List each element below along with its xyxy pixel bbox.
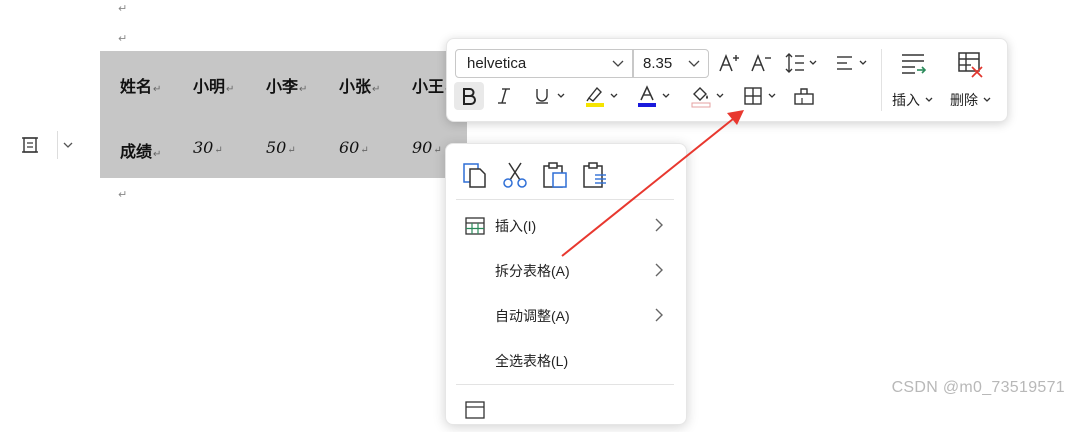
decrease-font-icon[interactable] <box>749 51 773 75</box>
menu-item-split-table[interactable]: 拆分表格(A) <box>446 250 686 290</box>
data-table[interactable]: 姓名↵ 小明↵ 小李↵ 小张↵ 小王↵ 成绩↵ 30↵ 50↵ 60↵ 90↵ <box>100 51 467 178</box>
menu-item-label: 自动调整(A) <box>495 308 570 324</box>
caret-down-icon[interactable] <box>662 93 670 99</box>
menu-item-label: 插入(I) <box>495 218 537 234</box>
menu-item-partial[interactable] <box>446 392 686 432</box>
cut-icon[interactable] <box>500 160 530 190</box>
font-name-value: helvetica <box>467 55 527 72</box>
paste-icon[interactable] <box>540 160 570 190</box>
font-name-select[interactable]: helvetica <box>455 49 633 78</box>
chevron-right-icon <box>655 308 663 322</box>
clear-format-icon[interactable] <box>792 84 816 108</box>
table-properties-icon <box>464 400 486 420</box>
caret-down-icon[interactable] <box>809 60 817 66</box>
chevron-down-icon[interactable] <box>57 131 78 159</box>
chevron-right-icon <box>655 218 663 232</box>
context-menu: 插入(I) 拆分表格(A) 自动调整(A) 全选表格(L) <box>445 143 687 425</box>
menu-item-label: 全选表格(L) <box>495 353 569 369</box>
table-cell[interactable]: 小张↵ <box>339 73 380 97</box>
menu-item-autofit[interactable]: 自动调整(A) <box>446 295 686 335</box>
caret-down-icon[interactable] <box>557 93 565 99</box>
paragraph-mark: ↵ <box>118 32 128 45</box>
font-size-select[interactable]: 8.35 <box>633 49 709 78</box>
insert-button[interactable]: 插入 <box>892 90 920 110</box>
floating-toolbar: helvetica 8.35 插入 删除 <box>446 38 1008 122</box>
paragraph-mark: ↵ <box>118 188 128 201</box>
borders-icon[interactable] <box>741 84 765 108</box>
insert-row-icon[interactable] <box>898 49 928 79</box>
shading-icon[interactable] <box>689 83 713 109</box>
table-cell[interactable]: 姓名↵ <box>120 73 161 97</box>
copy-icon[interactable] <box>460 160 490 190</box>
font-color-icon[interactable] <box>635 83 659 109</box>
italic-icon[interactable] <box>492 84 516 108</box>
caret-down-icon[interactable] <box>768 93 776 99</box>
chevron-down-icon <box>688 60 700 67</box>
underline-icon[interactable] <box>531 84 553 108</box>
menu-item-select-table[interactable]: 全选表格(L) <box>446 340 686 380</box>
bold-icon[interactable] <box>456 84 482 108</box>
watermark: CSDN @m0_73519571 <box>891 379 1065 396</box>
table-cell[interactable]: 成绩↵ <box>120 138 161 162</box>
table-insert-icon <box>464 216 486 236</box>
menu-item-label: 拆分表格(A) <box>495 263 570 279</box>
table-cell[interactable]: 30↵ <box>193 138 223 157</box>
paste-special-icon[interactable] <box>580 160 610 190</box>
table-cell[interactable]: 60↵ <box>339 138 369 157</box>
font-size-value: 8.35 <box>643 55 673 72</box>
increase-font-icon[interactable] <box>717 51 741 75</box>
caret-down-icon[interactable] <box>716 93 724 99</box>
table-cell[interactable]: 小李↵ <box>266 73 307 97</box>
chevron-down-icon <box>612 60 624 67</box>
caret-down-icon[interactable] <box>925 97 933 103</box>
line-spacing-icon[interactable] <box>783 51 807 75</box>
table-cell[interactable]: 50↵ <box>266 138 296 157</box>
chevron-right-icon <box>655 263 663 277</box>
caret-down-icon[interactable] <box>983 97 991 103</box>
caret-down-icon[interactable] <box>610 93 618 99</box>
delete-button[interactable]: 删除 <box>950 90 978 110</box>
table-handle[interactable] <box>15 131 73 159</box>
table-select-icon[interactable] <box>15 131 45 159</box>
highlight-icon[interactable] <box>583 83 607 109</box>
align-icon[interactable] <box>833 51 857 75</box>
table-cell[interactable]: 小明↵ <box>193 73 234 97</box>
caret-down-icon[interactable] <box>859 60 867 66</box>
delete-table-icon[interactable] <box>955 49 985 79</box>
paragraph-mark: ↵ <box>118 2 128 15</box>
menu-item-insert[interactable]: 插入(I) <box>446 205 686 245</box>
table-cell[interactable]: 90↵ <box>412 138 442 157</box>
